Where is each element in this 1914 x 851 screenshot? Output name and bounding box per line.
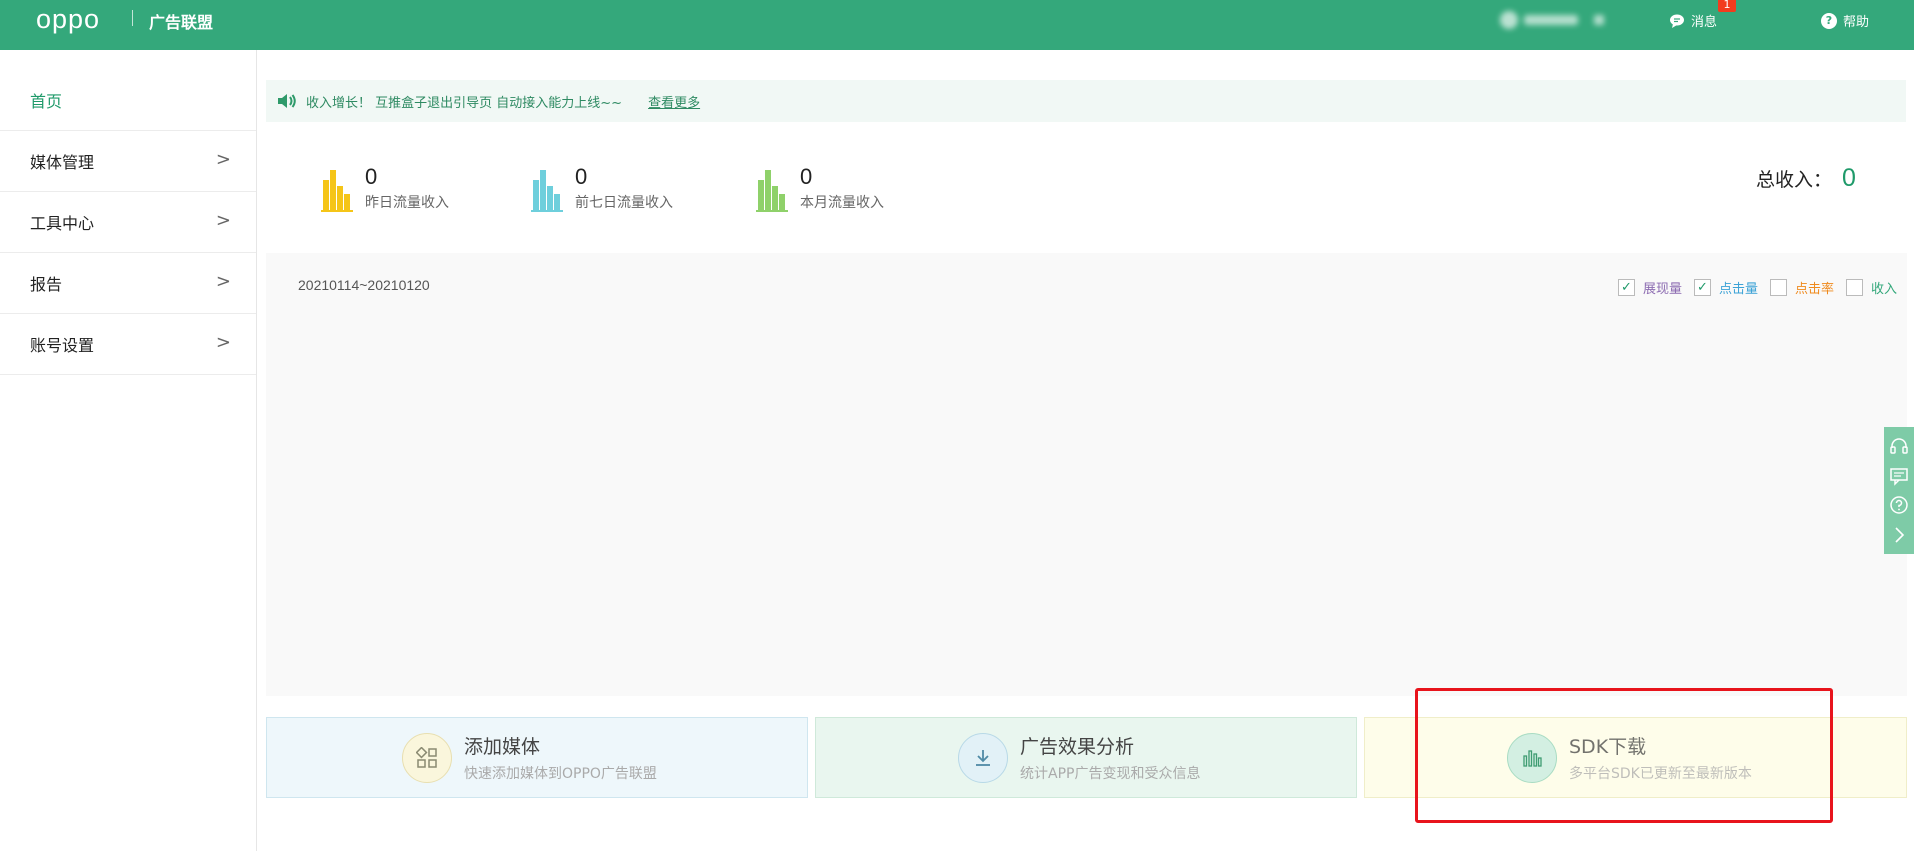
add-media-card[interactable]: 添加媒体 快速添加媒体到OPPO广告联盟 [266, 717, 808, 798]
top-nav-bar: oppo 广告联盟 消息 1 ? 帮助 [0, 0, 1914, 50]
stat-label: 前七日流量收入 [575, 195, 673, 211]
stat-label: 本月流量收入 [800, 195, 884, 211]
stat-last-7-days-revenue: 0 前七日流量收入 [531, 164, 673, 212]
chevron-right-icon: > [215, 210, 231, 231]
comment-icon[interactable] [1889, 466, 1909, 486]
question-icon[interactable] [1889, 495, 1909, 515]
view-more-link[interactable]: 查看更多 [648, 92, 700, 111]
stat-yesterday-revenue: 0 昨日流量收入 [321, 164, 449, 212]
checkbox-revenue[interactable] [1845, 279, 1863, 296]
sidebar-item-media-management[interactable]: 媒体管理 > [0, 131, 256, 192]
messages-label: 消息 [1691, 15, 1718, 30]
download-icon [958, 732, 1008, 783]
checkbox-impressions[interactable]: ✓ [1617, 279, 1635, 296]
legend-label-clicks[interactable]: 点击量 [1719, 278, 1758, 297]
site-subtitle[interactable]: 广告联盟 [149, 9, 213, 33]
checkbox-clicks[interactable]: ✓ [1693, 279, 1711, 296]
sidebar-item-label: 账号设置 [30, 336, 95, 355]
announcement-bar: 收入增长！ 互推盒子退出引导页 自动接入能力上线~~ 查看更多 [266, 80, 1906, 122]
sidebar-item-label: 工具中心 [30, 214, 95, 233]
headset-icon[interactable] [1889, 436, 1909, 456]
chevron-right-icon: > [215, 271, 231, 292]
logo-divider [132, 10, 133, 26]
stat-this-month-revenue: 0 本月流量收入 [756, 164, 884, 212]
card-title: 广告效果分析 [1020, 736, 1135, 758]
messages-badge: 1 [1718, 0, 1736, 12]
stat-value: 0 [365, 164, 378, 189]
card-description: 快速添加媒体到OPPO广告联盟 [464, 766, 657, 782]
sidebar-item-label: 媒体管理 [30, 153, 95, 172]
annotation-highlight-box [1415, 688, 1833, 823]
avatar [1500, 11, 1518, 29]
stat-value: 0 [575, 164, 588, 189]
chevron-right-icon[interactable] [1889, 525, 1909, 545]
sidebar-item-reports[interactable]: 报告 > [0, 253, 256, 314]
user-account-menu[interactable] [1500, 11, 1604, 29]
bar-chart-icon [756, 170, 788, 212]
sidebar-item-account-settings[interactable]: 账号设置 > [0, 314, 256, 375]
stat-value: 0 [800, 164, 813, 189]
total-label: 总收入： [1756, 169, 1833, 191]
chevron-down-icon [1594, 15, 1604, 25]
checkbox-ctr[interactable] [1769, 279, 1787, 296]
card-title: 添加媒体 [464, 736, 541, 758]
help-link[interactable]: ? 帮助 [1821, 11, 1869, 30]
messages-link[interactable]: 消息 [1669, 11, 1717, 30]
bar-chart-icon [321, 170, 353, 212]
bar-chart-icon [531, 170, 563, 212]
chevron-right-icon: > [215, 149, 231, 170]
speaker-icon [278, 94, 296, 108]
card-description: 统计APP广告变现和受众信息 [1020, 766, 1201, 782]
sidebar-item-home[interactable]: 首页 [0, 70, 256, 131]
trend-chart-panel: 20210114~20210120 ✓ 展现量 ✓ 点击量 点击率 收入 [266, 253, 1907, 696]
stat-label: 昨日流量收入 [365, 195, 449, 211]
username-blurred [1524, 15, 1578, 25]
grid-icon [402, 732, 452, 783]
help-label: 帮助 [1843, 15, 1870, 30]
total-revenue: 总收入： 0 [1756, 164, 1856, 193]
sidebar-item-tool-center[interactable]: 工具中心 > [0, 192, 256, 253]
announcement-text: 收入增长！ 互推盒子退出引导页 自动接入能力上线~~ [306, 95, 623, 111]
ad-effect-analysis-card[interactable]: 广告效果分析 统计APP广告变现和受众信息 [815, 717, 1357, 798]
chart-legend: ✓ 展现量 ✓ 点击量 点击率 收入 [1606, 278, 1897, 297]
sidebar-item-label: 报告 [30, 275, 63, 294]
question-circle-icon: ? [1821, 12, 1837, 29]
oppo-logo[interactable]: oppo [36, 4, 100, 35]
legend-label-impressions[interactable]: 展现量 [1643, 278, 1682, 297]
sidebar-item-label: 首页 [30, 92, 63, 111]
floating-toolbar [1884, 427, 1914, 554]
legend-label-ctr[interactable]: 点击率 [1795, 278, 1834, 297]
total-value: 0 [1842, 164, 1856, 192]
legend-label-revenue[interactable]: 收入 [1871, 278, 1897, 297]
sidebar: 首页 媒体管理 > 工具中心 > 报告 > 账号设置 > [0, 50, 257, 851]
chat-bubble-icon [1670, 14, 1684, 28]
chevron-right-icon: > [215, 332, 231, 353]
date-range[interactable]: 20210114~20210120 [298, 277, 430, 293]
